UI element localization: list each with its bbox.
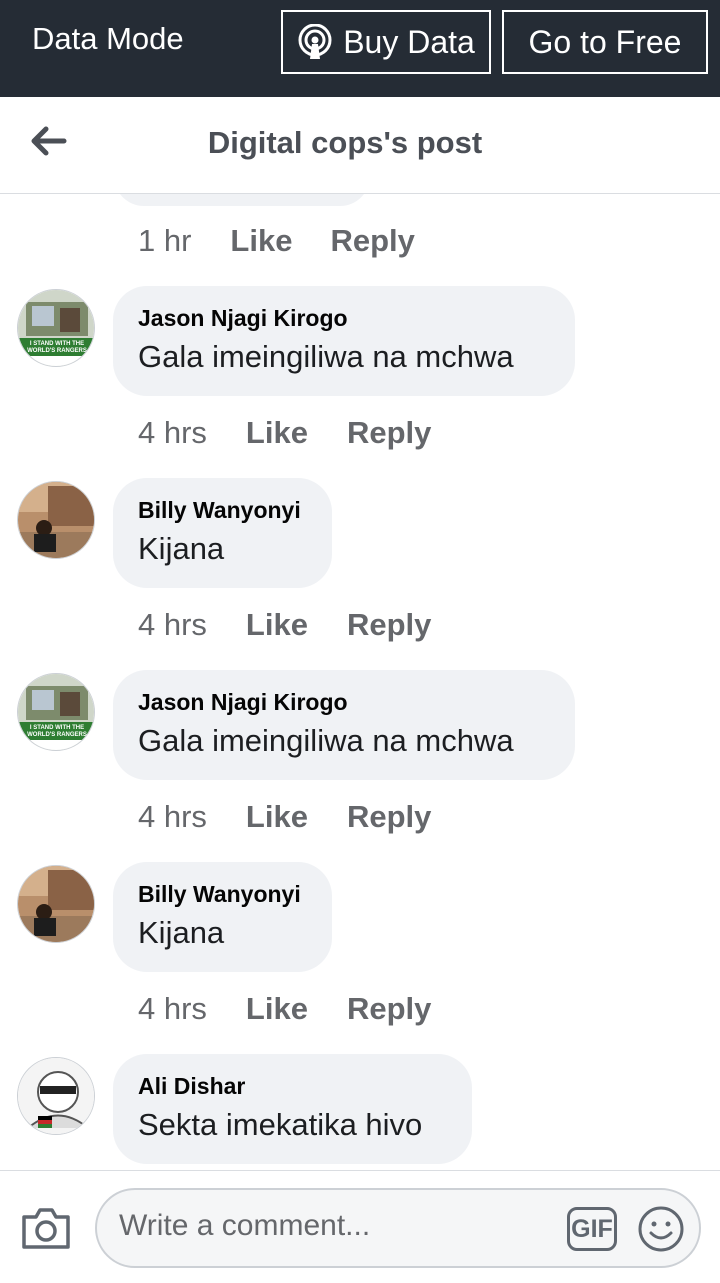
comment-time: 1 hr xyxy=(138,223,192,258)
comment-text: Sekta imekatika hivo xyxy=(138,1107,423,1142)
comment-bubble[interactable]: Ali Dishar Sekta imekatika hivo xyxy=(113,1054,472,1164)
comment-placeholder: Write a comment... xyxy=(119,1209,371,1242)
like-link[interactable]: Like xyxy=(246,607,308,643)
page-title: Digital cops's post xyxy=(207,125,483,160)
comment-text: Kijana xyxy=(138,915,225,950)
comment-meta: 4 hrs Like Reply xyxy=(138,991,431,1027)
comment-time: 4 hrs xyxy=(138,607,207,642)
comment-author[interactable]: Billy Wanyonyi xyxy=(138,496,306,524)
reply-link[interactable]: Reply xyxy=(347,991,431,1027)
like-link[interactable]: Like xyxy=(246,799,308,835)
comment-author[interactable]: Ali Dishar xyxy=(138,1072,446,1100)
like-link[interactable]: Like xyxy=(246,415,308,451)
comment-author[interactable]: Jason Njagi Kirogo xyxy=(138,304,549,332)
comment-list[interactable]: 1 hr Like Reply I STAND WITH THE WORLD'S… xyxy=(0,194,720,1169)
like-link[interactable]: Like xyxy=(246,991,308,1027)
data-mode-bar: Data Mode Buy Data Go to Free xyxy=(0,0,720,97)
reply-link[interactable]: Reply xyxy=(347,415,431,451)
comment-meta: 4 hrs Like Reply xyxy=(138,415,431,451)
reply-link[interactable]: Reply xyxy=(347,799,431,835)
comment-time: 4 hrs xyxy=(138,415,207,450)
comment-bubble[interactable]: Jason Njagi Kirogo Gala imeingiliwa na m… xyxy=(113,670,575,780)
comment-time: 4 hrs xyxy=(138,799,207,834)
camera-icon[interactable] xyxy=(20,1205,72,1251)
gif-icon[interactable]: GIF xyxy=(567,1207,617,1251)
svg-text:WORLD'S RANGERS: WORLD'S RANGERS xyxy=(27,348,87,354)
reply-link[interactable]: Reply xyxy=(347,607,431,643)
comment-text: Kijana xyxy=(138,531,225,566)
comment-text: Gala imeingiliwa na mchwa xyxy=(138,723,514,758)
avatar[interactable] xyxy=(17,481,95,559)
svg-text:I STAND WITH THE: I STAND WITH THE xyxy=(30,341,84,347)
comment-text: Gala imeingiliwa na mchwa xyxy=(138,339,514,374)
comment-input[interactable]: Write a comment... GIF xyxy=(95,1188,701,1268)
buy-data-button[interactable]: Buy Data xyxy=(281,10,491,74)
go-to-free-label: Go to Free xyxy=(528,23,682,60)
previous-comment-bubble xyxy=(114,194,370,206)
comment-meta: 4 hrs Like Reply xyxy=(138,607,431,643)
comment-bubble[interactable]: Billy Wanyonyi Kijana xyxy=(113,862,332,972)
avatar[interactable] xyxy=(17,865,95,943)
svg-text:I STAND WITH THE: I STAND WITH THE xyxy=(30,725,84,731)
reply-link[interactable]: Reply xyxy=(330,223,414,259)
emoji-icon[interactable] xyxy=(637,1205,685,1253)
svg-text:WORLD'S RANGERS: WORLD'S RANGERS xyxy=(27,732,87,738)
comment-author[interactable]: Jason Njagi Kirogo xyxy=(138,688,549,716)
comment-composer: Write a comment... GIF xyxy=(0,1170,720,1283)
avatar[interactable]: I STAND WITH THE WORLD'S RANGERS xyxy=(17,673,95,751)
comment-time: 4 hrs xyxy=(138,991,207,1026)
data-mode-label: Data Mode xyxy=(32,21,184,56)
avatar[interactable]: I STAND WITH THE WORLD'S RANGERS xyxy=(17,289,95,367)
comment-author[interactable]: Billy Wanyonyi xyxy=(138,880,306,908)
comment-bubble[interactable]: Billy Wanyonyi Kijana xyxy=(113,478,332,588)
comment-bubble[interactable]: Jason Njagi Kirogo Gala imeingiliwa na m… xyxy=(113,286,575,396)
post-header: Digital cops's post xyxy=(0,97,720,194)
comment-meta: 4 hrs Like Reply xyxy=(138,799,431,835)
buy-data-label: Buy Data xyxy=(343,23,475,60)
broadcast-icon xyxy=(298,24,332,59)
comment-meta: 1 hr Like Reply xyxy=(138,223,415,259)
avatar[interactable] xyxy=(17,1057,95,1135)
like-link[interactable]: Like xyxy=(230,223,292,259)
go-to-free-button[interactable]: Go to Free xyxy=(502,10,708,74)
